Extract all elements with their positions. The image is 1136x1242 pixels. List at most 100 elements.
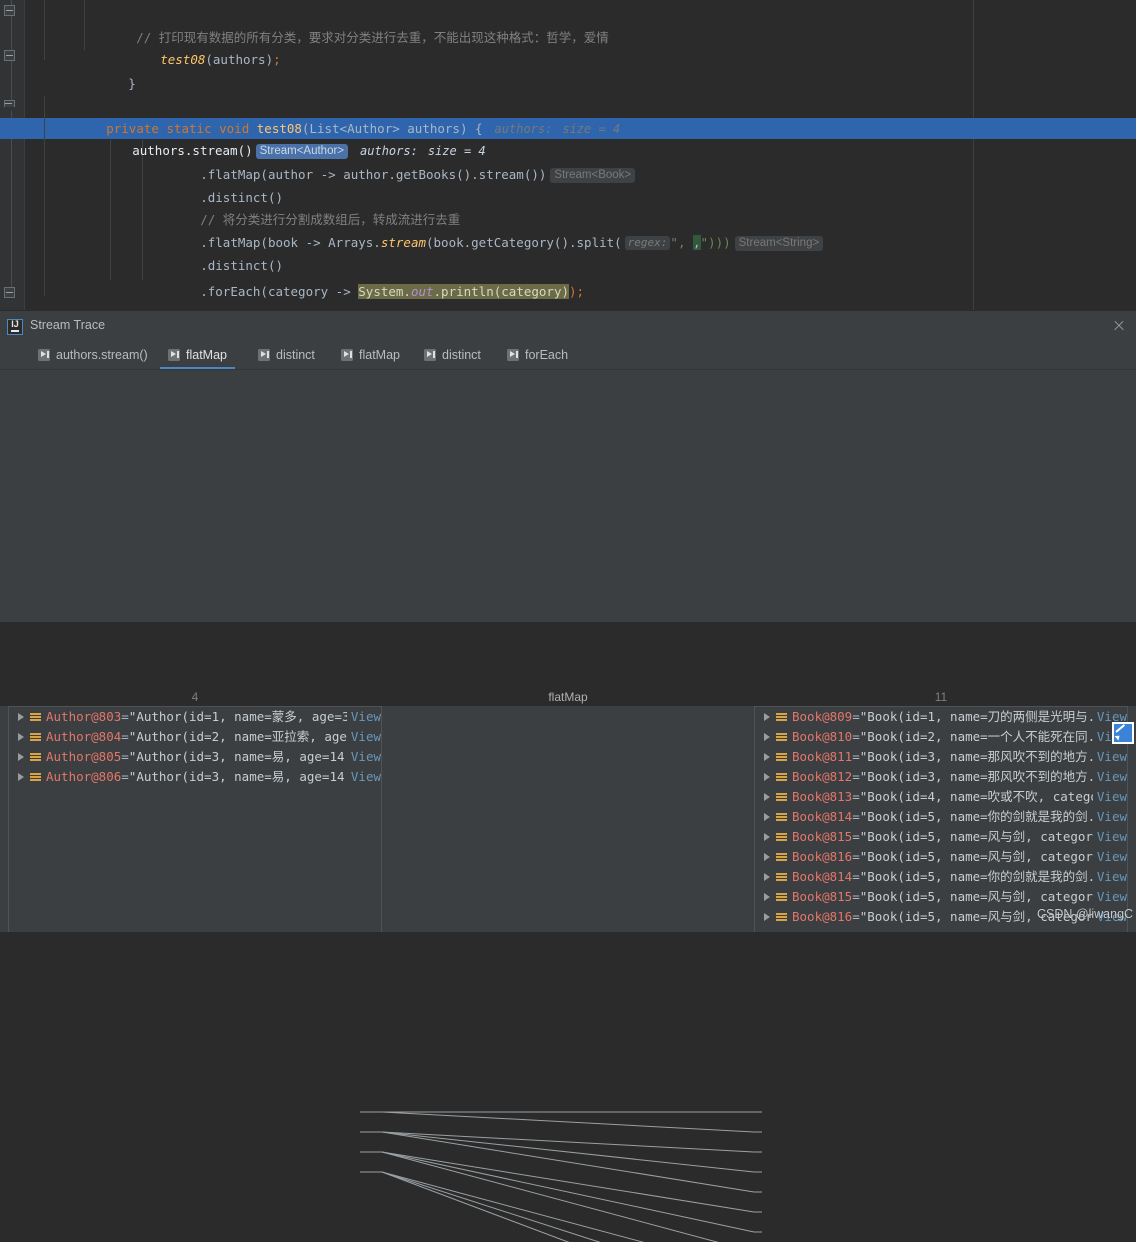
view-link[interactable]: View — [1097, 867, 1127, 887]
code-line-comment-1: // 打印现有数据的所有分类，要求对分类进行去重，不能出现这种格式：哲学，爱情 — [24, 8, 1136, 45]
list-item[interactable]: Book@812 = "Book(id=3, name=那风吹不到的地方... V… — [755, 767, 1127, 787]
list-item[interactable]: Book@809 = "Book(id=1, name=刀的两侧是光明与... V… — [755, 707, 1127, 727]
stage-arrow-icon — [168, 348, 180, 361]
mapping-line — [381, 1151, 755, 1213]
list-item-value: "Book(id=5, name=你的剑就是我的剑... — [859, 809, 1093, 824]
book-object-name: Book@812 — [792, 769, 853, 784]
list-item[interactable]: Author@803 = "Author(id=1, name=蒙多, age=… — [9, 707, 381, 727]
view-link[interactable]: View — [1097, 887, 1127, 907]
list-item-text: Book@814 = "Book(id=5, name=你的剑就是我的剑... V… — [792, 867, 1127, 887]
view-link[interactable]: View — [1097, 767, 1127, 787]
tab-flatmap-2[interactable]: flatMap — [333, 341, 408, 368]
view-link[interactable]: View — [1097, 807, 1127, 827]
list-item[interactable]: Book@810 = "Book(id=2, name=一个人不能死在同...V… — [755, 727, 1127, 747]
list-item-text: Author@803 = "Author(id=1, name=蒙多, age=… — [46, 707, 381, 727]
intellij-logo-icon: IJ — [7, 319, 23, 335]
list-item[interactable]: Book@813 = "Book(id=4, name=吹或不吹, catego… — [755, 787, 1127, 807]
tab-foreach[interactable]: forEach — [499, 341, 576, 368]
tab-label: forEach — [525, 347, 569, 362]
list-item[interactable]: Book@816 = "Book(id=5, name=风与剑, categor… — [755, 847, 1127, 867]
view-link[interactable]: View — [351, 747, 381, 767]
list-item-value: "Book(id=3, name=那风吹不到的地方... — [859, 749, 1093, 764]
list-item[interactable]: Book@814 = "Book(id=5, name=你的剑就是我的剑... V… — [755, 807, 1127, 827]
list-item-value: "Book(id=5, name=你的剑就是我的剑... — [859, 869, 1093, 884]
list-item-text: Book@811 = "Book(id=3, name=那风吹不到的地方... V… — [792, 747, 1127, 767]
list-item[interactable]: Author@805 = "Author(id=3, name=易, age=1… — [9, 747, 381, 767]
list-item-value: "Book(id=5, name=风与剑, categor... — [859, 829, 1093, 844]
view-link[interactable]: View — [351, 707, 381, 727]
list-item-value: "Book(id=4, name=吹或不吹, catego... — [859, 789, 1093, 804]
fold-marker-collapse[interactable] — [4, 287, 15, 298]
expand-caret-icon[interactable] — [761, 732, 772, 743]
code-line-call: test08(authors); — [24, 30, 1136, 67]
panel-header: IJ Stream Trace — [0, 311, 1136, 339]
stream-stage-tabs[interactable]: authors.stream() flatMap distinct flatMa… — [0, 341, 1136, 370]
mapping-line — [381, 1111, 755, 1133]
expand-caret-icon[interactable] — [761, 852, 772, 863]
mapping-line — [381, 1171, 601, 1242]
view-link[interactable]: View — [351, 727, 381, 747]
book-object-name: Book@814 — [792, 809, 853, 824]
list-item[interactable]: Book@811 = "Book(id=3, name=那风吹不到的地方... V… — [755, 747, 1127, 767]
author-object-name: Author@803 — [46, 709, 122, 724]
code-line-distinct-2: .distinct() — [24, 236, 1136, 273]
code-text-area[interactable]: // 打印现有数据的所有分类，要求对分类进行去重，不能出现这种格式：哲学，爱情 … — [24, 0, 1136, 310]
code-line-flatmap-2: .flatMap(book -> Arrays.stream(book.getC… — [24, 213, 1136, 251]
expand-caret-icon[interactable] — [15, 752, 26, 763]
mapping-line — [381, 1151, 755, 1233]
expand-caret-icon[interactable] — [761, 872, 772, 883]
book-object-name: Book@816 — [792, 849, 853, 864]
list-item[interactable]: Book@815 = "Book(id=5, name=风与剑, categor… — [755, 827, 1127, 847]
expand-caret-icon[interactable] — [15, 712, 26, 723]
book-object-name: Book@816 — [792, 909, 853, 924]
tab-distinct-1[interactable]: distinct — [250, 341, 323, 368]
expand-caret-icon[interactable] — [761, 752, 772, 763]
fold-marker-method[interactable] — [4, 100, 15, 111]
expand-caret-icon[interactable] — [15, 732, 26, 743]
code-token: } — [128, 76, 136, 91]
editor-gutter[interactable] — [0, 0, 25, 310]
view-link[interactable]: View — [1097, 827, 1127, 847]
book-object-name: Book@809 — [792, 709, 853, 724]
object-value-icon — [776, 732, 787, 743]
view-link[interactable]: View — [1097, 787, 1127, 807]
view-link[interactable]: View — [1097, 747, 1127, 767]
expand-caret-icon[interactable] — [761, 912, 772, 923]
object-value-icon — [776, 832, 787, 843]
list-item[interactable]: Author@806 = "Author(id=3, name=易, age=1… — [9, 767, 381, 787]
fold-marker-collapse[interactable] — [4, 50, 15, 61]
code-line-stream-call: authors.stream() Stream<Author> authors: si… — [24, 121, 1136, 159]
mapping-line — [381, 1151, 719, 1242]
list-item-text: Book@814 = "Book(id=5, name=你的剑就是我的剑... V… — [792, 807, 1127, 827]
close-icon[interactable] — [1112, 319, 1126, 333]
right-column-count: 11 — [934, 690, 948, 704]
watermark-text: CSDN @liwangC — [1037, 907, 1134, 921]
equals-sign: = — [852, 869, 860, 884]
view-link[interactable]: View — [1097, 847, 1127, 867]
equals-sign: = — [121, 749, 129, 764]
book-object-name: Book@814 — [792, 869, 853, 884]
tab-authors-stream[interactable]: authors.stream() — [30, 341, 156, 368]
list-item[interactable]: Book@815 = "Book(id=5, name=风与剑, categor… — [755, 887, 1127, 907]
fold-marker-collapse[interactable] — [4, 5, 15, 16]
expand-caret-icon[interactable] — [761, 712, 772, 723]
code-editor[interactable]: // 打印现有数据的所有分类，要求对分类进行去重，不能出现这种格式：哲学，爱情 … — [0, 0, 1136, 310]
list-item[interactable]: Author@804 = "Author(id=2, name=亚拉索, age… — [9, 727, 381, 747]
logo-text: IJ — [11, 319, 19, 329]
list-item-value: "Author(id=3, name=易, age=14, i... — [128, 749, 347, 764]
source-values-list[interactable]: Author@803 = "Author(id=1, name=蒙多, age=… — [8, 706, 382, 932]
view-link[interactable]: View — [351, 767, 381, 787]
expand-caret-icon[interactable] — [761, 792, 772, 803]
expand-caret-icon[interactable] — [761, 772, 772, 783]
tab-flatmap-1[interactable]: flatMap — [160, 341, 235, 369]
list-item-text: Book@810 = "Book(id=2, name=一个人不能死在同...V… — [792, 727, 1127, 747]
tab-distinct-2[interactable]: distinct — [416, 341, 489, 368]
equals-sign: = — [852, 829, 860, 844]
list-item[interactable]: Book@814 = "Book(id=5, name=你的剑就是我的剑... V… — [755, 867, 1127, 887]
expand-caret-icon[interactable] — [761, 812, 772, 823]
expand-caret-icon[interactable] — [15, 772, 26, 783]
stage-arrow-icon — [341, 348, 353, 361]
result-values-list[interactable]: Book@809 = "Book(id=1, name=刀的两侧是光明与... V… — [754, 706, 1128, 932]
expand-caret-icon[interactable] — [761, 832, 772, 843]
expand-caret-icon[interactable] — [761, 892, 772, 903]
